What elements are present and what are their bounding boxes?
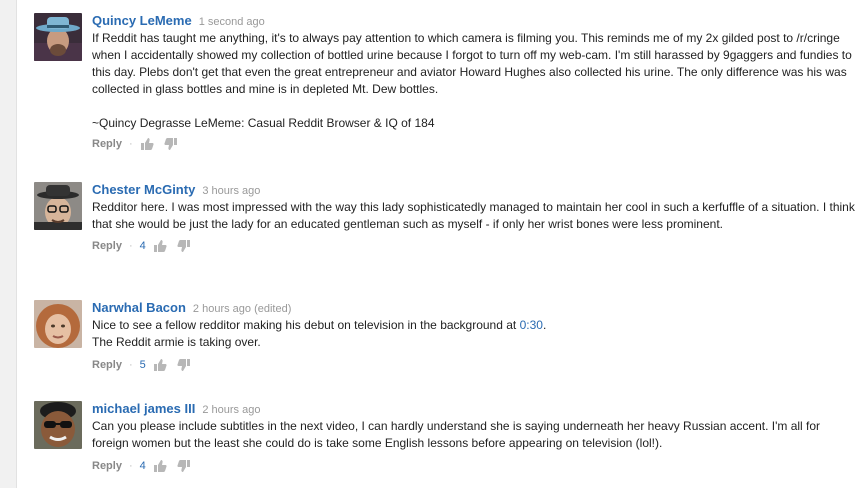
thumbs-up-icon[interactable]: [153, 239, 167, 253]
thumbs-down-icon[interactable]: [177, 358, 191, 372]
comment-text-part: Nice to see a fellow redditor making his…: [92, 318, 520, 332]
redhead-avatar-icon: [34, 300, 82, 348]
comment-text: If Reddit has taught me anything, it's t…: [92, 31, 852, 130]
avatar[interactable]: [34, 182, 82, 230]
thumbs-up-icon[interactable]: [153, 358, 167, 372]
left-sidebar-strip: [0, 0, 17, 488]
thumbs-down-icon[interactable]: [164, 137, 178, 151]
separator: ·: [128, 138, 133, 150]
avatar[interactable]: [34, 401, 82, 449]
comment-time: 3 hours ago: [202, 185, 261, 197]
comment-author-link[interactable]: michael james III: [92, 401, 195, 416]
separator: ·: [128, 460, 133, 472]
comment-author-link[interactable]: Quincy LeMeme: [92, 13, 192, 28]
thumbs-down-icon[interactable]: [177, 239, 191, 253]
thumbs-down-icon[interactable]: [177, 459, 191, 473]
like-count: 5: [139, 359, 146, 371]
like-count: 4: [139, 240, 146, 252]
thumbs-up-icon[interactable]: [153, 459, 167, 473]
comment-text: Redditor here. I was most impressed with…: [92, 200, 859, 231]
comment-time: 1 second ago: [198, 16, 265, 28]
avatar[interactable]: [34, 13, 82, 61]
reply-button[interactable]: Reply: [92, 357, 122, 373]
comment-text: Can you please include subtitles in the …: [92, 419, 824, 450]
like-count: 4: [139, 460, 146, 472]
reply-button[interactable]: Reply: [92, 136, 122, 152]
comment-time: 2 hours ago (edited): [192, 303, 292, 315]
reply-button[interactable]: Reply: [92, 238, 122, 254]
reply-button[interactable]: Reply: [92, 458, 122, 474]
comment-author-link[interactable]: Narwhal Bacon: [92, 300, 186, 315]
separator: ·: [128, 240, 133, 252]
sunglasses-avatar-icon: [34, 401, 82, 449]
comment-author-link[interactable]: Chester McGinty: [92, 182, 195, 197]
comment-time: 2 hours ago: [202, 404, 261, 416]
fedora-user-avatar-icon: [34, 13, 82, 61]
separator: ·: [128, 359, 133, 371]
fedora-glasses-avatar-icon: [34, 182, 82, 230]
comment-text: Nice to see a fellow redditor making his…: [92, 317, 859, 351]
thumbs-up-icon[interactable]: [140, 137, 154, 151]
avatar[interactable]: [34, 300, 82, 348]
video-timestamp-link[interactable]: 0:30: [520, 318, 543, 332]
